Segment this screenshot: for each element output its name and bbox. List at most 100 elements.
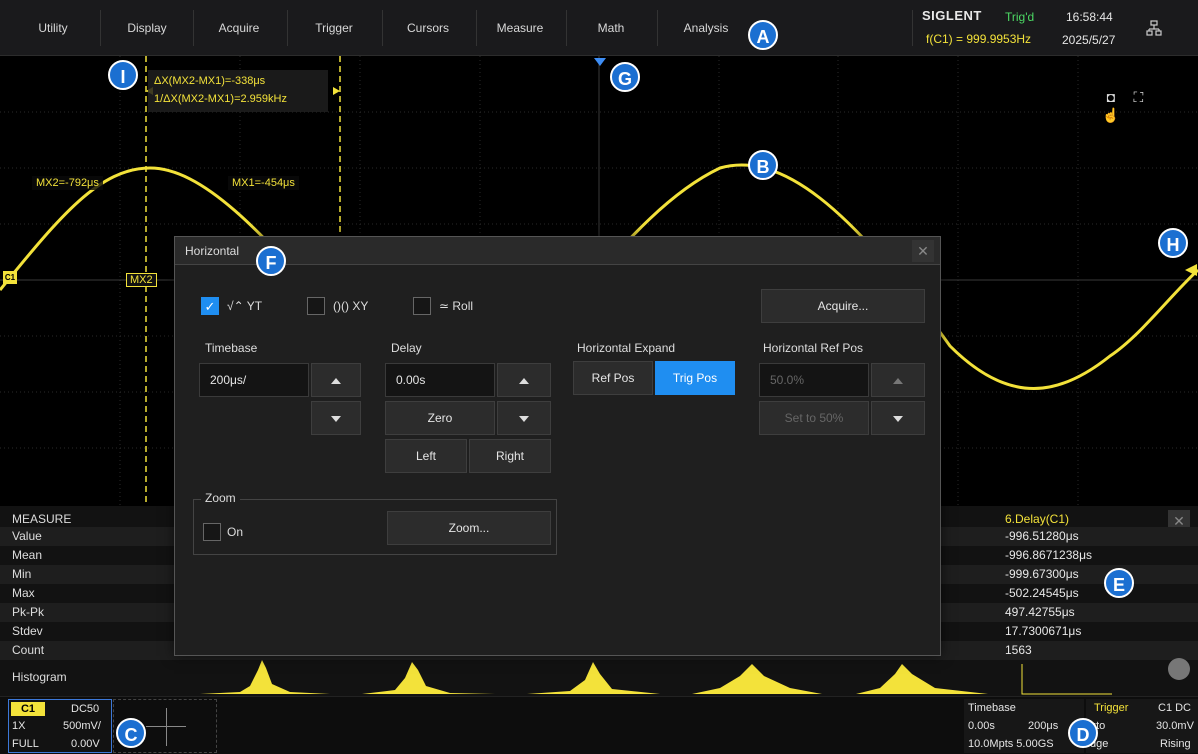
roll-icon: ≃ <box>439 299 453 313</box>
menu-acquire[interactable]: Acquire <box>200 0 278 56</box>
menu-cursors[interactable]: Cursors <box>389 0 467 56</box>
screenshot-icon[interactable]: ◘ <box>1102 88 1120 106</box>
menu-separator <box>566 10 567 46</box>
histogram-6 <box>1021 664 1112 695</box>
zoom-button[interactable]: Zoom... <box>387 511 551 545</box>
cursor-delta-x: ΔX(MX2-MX1)=-338μs <box>154 75 266 87</box>
measure-row-label: Min <box>12 567 32 581</box>
channel-1-info[interactable]: C1 DC50 1X 500mV/ FULL 0.00V <box>8 699 112 753</box>
ref-pos-field[interactable]: 50.0% <box>759 363 869 397</box>
menu-separator <box>657 10 658 46</box>
mode-xy-label[interactable]: ()() XY <box>333 299 368 313</box>
mode-yt-checkbox[interactable]: ✓ <box>201 297 219 315</box>
mode-roll-label[interactable]: ≃ Roll <box>439 299 473 313</box>
measure-row-label: Pk-Pk <box>12 605 45 619</box>
callout-h: H <box>1158 228 1188 258</box>
measure-column-header[interactable]: 6.Delay(C1) <box>1005 512 1069 526</box>
cursor-mx2-tag[interactable]: MX2 <box>126 273 157 287</box>
delay-up-button[interactable] <box>497 363 551 397</box>
expand-ref-pos-button[interactable]: Ref Pos <box>573 361 653 395</box>
cursor-readout-box: ΔX(MX2-MX1)=-338μs 1/ΔX(MX2-MX1)=2.959kH… <box>148 70 328 112</box>
dialog-close-button[interactable]: ✕ <box>912 240 934 262</box>
expand-trig-pos-button[interactable]: Trig Pos <box>655 361 735 395</box>
timebase-info[interactable]: Timebase 0.00s 200μs 10.0Mpts 5.00GS <box>964 699 1084 753</box>
menu-bar: Utility Display Acquire Trigger Cursors … <box>0 0 1198 56</box>
gear-icon[interactable] <box>1168 658 1190 680</box>
menu-separator <box>100 10 101 46</box>
dialog-title: Horizontal <box>185 244 240 258</box>
mode-xy-checkbox[interactable] <box>307 297 325 315</box>
acquire-button[interactable]: Acquire... <box>761 289 925 323</box>
arrow-up-icon <box>893 378 903 384</box>
set-to-50-button[interactable]: Set to 50% <box>759 401 869 435</box>
histogram-label: Histogram <box>12 670 67 684</box>
measure-row-value-cell: -996.8671238μs <box>1005 548 1092 562</box>
measure-row-value-cell: 1563 <box>1005 643 1032 657</box>
cursor-mx1-value: MX1=-454μs <box>228 176 299 190</box>
zoom-on-checkbox[interactable] <box>203 523 221 541</box>
trigger-status: Trig'd <box>1005 10 1035 24</box>
menu-math[interactable]: Math <box>572 0 650 56</box>
arrow-down-icon <box>893 416 903 422</box>
delay-down-button[interactable] <box>497 401 551 435</box>
ref-pos-down-button[interactable] <box>871 401 925 435</box>
measure-row-label: Max <box>12 586 35 600</box>
measure-title: MEASURE <box>12 512 72 526</box>
measure-row-label: Mean <box>12 548 43 562</box>
delay-zero-button[interactable]: Zero <box>385 401 495 435</box>
channel-scale: 500mV/ <box>63 720 101 732</box>
trigger-info[interactable]: Trigger C1 DC uto 30.0mV dge Rising <box>1086 699 1198 753</box>
delay-field[interactable]: 0.00s <box>385 363 495 397</box>
histogram-strip <box>200 660 1112 695</box>
measure-row-value-cell: -999.67300μs <box>1005 567 1079 581</box>
delay-label: Delay <box>391 341 422 355</box>
frequency-counter: f(C1) = 999.9953Hz <box>926 32 1032 46</box>
arrow-up-icon <box>519 378 529 384</box>
callout-b: B <box>748 150 778 180</box>
menu-trigger[interactable]: Trigger <box>295 0 373 56</box>
fullscreen-icon[interactable]: ⛶ <box>1129 88 1147 106</box>
add-icon-v <box>166 708 167 746</box>
zoom-group-title: Zoom <box>201 491 240 505</box>
trigger-title: Trigger <box>1094 702 1129 714</box>
channel-bandwidth: FULL <box>12 738 39 750</box>
channel-probe: 1X <box>12 720 26 732</box>
trigger-slope: Rising <box>1160 738 1191 750</box>
cursor-inverse-delta-x: 1/ΔX(MX2-MX1)=2.959kHz <box>154 93 287 105</box>
mode-yt-label[interactable]: √⌃ YT <box>227 299 262 313</box>
cursor-mx2-value: MX2=-792μs <box>32 176 103 190</box>
touch-lock-icon[interactable]: ☝ <box>1102 106 1120 124</box>
callout-g: G <box>610 62 640 92</box>
network-icon[interactable] <box>1146 20 1162 36</box>
callout-i: I <box>108 60 138 90</box>
delay-right-button[interactable]: Right <box>469 439 551 473</box>
menu-measure[interactable]: Measure <box>481 0 559 56</box>
measure-row-value-cell: 17.7300671μs <box>1005 624 1082 638</box>
menu-utility[interactable]: Utility <box>18 0 88 56</box>
measure-row-value-cell: 497.42755μs <box>1005 605 1075 619</box>
timebase-field[interactable]: 200μs/ <box>199 363 309 397</box>
brand-logo: SIGLENT <box>922 8 982 23</box>
channel-1-offset-marker[interactable]: C1 <box>3 271 17 284</box>
cursor-arrow-right <box>333 87 340 95</box>
timebase-title: Timebase <box>968 702 1016 714</box>
ref-pos-up-button[interactable] <box>871 363 925 397</box>
histogram-2 <box>362 662 495 694</box>
timebase-up-button[interactable] <box>311 363 361 397</box>
mode-roll-text: Roll <box>452 299 474 313</box>
channel-offset: 0.00V <box>71 738 100 750</box>
clock-time: 16:58:44 <box>1066 10 1113 24</box>
timebase-down-button[interactable] <box>311 401 361 435</box>
channel-coupling: DC50 <box>71 703 100 715</box>
arrow-down-icon <box>519 416 529 422</box>
clock-date: 2025/5/27 <box>1062 33 1116 47</box>
menu-display[interactable]: Display <box>108 0 186 56</box>
zoom-on-label[interactable]: On <box>227 525 243 539</box>
mode-roll-checkbox[interactable] <box>413 297 431 315</box>
callout-a: A <box>748 20 778 50</box>
horizontal-ref-pos-label: Horizontal Ref Pos <box>763 341 864 355</box>
delay-left-button[interactable]: Left <box>385 439 467 473</box>
dialog-title-bar[interactable]: Horizontal ✕ <box>175 237 940 265</box>
menu-analysis[interactable]: Analysis <box>667 0 745 56</box>
timebase-scale: 200μs <box>1028 720 1059 732</box>
